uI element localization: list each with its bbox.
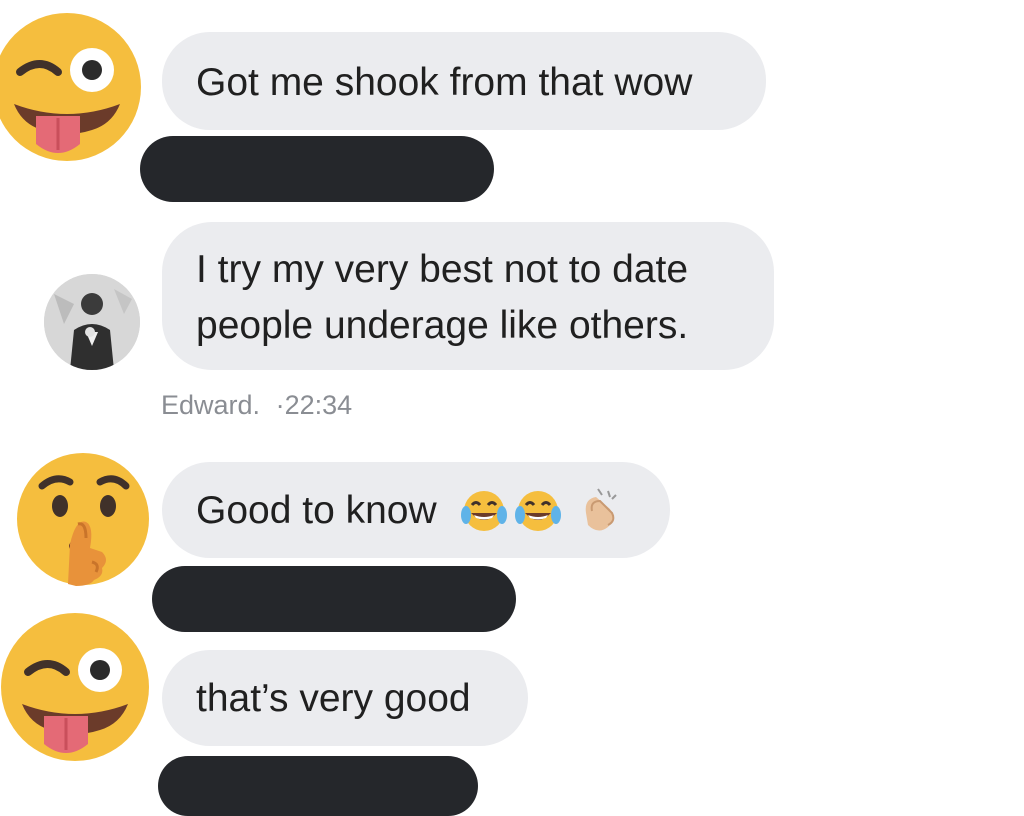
clapping-hands-icon [585, 488, 617, 531]
message-text-4: that’s very good [196, 676, 471, 720]
message-text-3: Good to know [196, 488, 437, 532]
avatar-winking-tongue-emoji[interactable] [0, 612, 150, 762]
message-bubble-2[interactable]: I try my very best not to date people un… [162, 222, 774, 370]
sender-name[interactable]: Edward. [161, 390, 260, 420]
avatar-shushing-face-emoji[interactable] [16, 452, 150, 586]
message-text-1: Got me shook from that wow [196, 60, 693, 104]
redacted-bar-1 [140, 136, 494, 202]
face-with-tears-of-joy-icon [514, 490, 561, 531]
message-meta: Edward. ·22:34 [161, 390, 352, 421]
message-text-2-line1: I try my very best not to date [196, 248, 689, 291]
redacted-bar-3 [158, 756, 478, 816]
face-with-tears-of-joy-icon [460, 490, 507, 531]
message-bubble-3[interactable]: Good to know [162, 462, 670, 558]
meta-separator: · [275, 390, 285, 420]
message-bubble-4[interactable]: that’s very good [162, 650, 528, 746]
avatar-user-photo[interactable] [44, 274, 140, 370]
message-time: 22:34 [284, 390, 353, 420]
message-text-2-line2: people underage like others. [196, 304, 689, 347]
message-bubble-1[interactable]: Got me shook from that wow [162, 32, 766, 130]
redacted-bar-2 [152, 566, 516, 632]
avatar-winking-tongue-emoji[interactable] [0, 12, 142, 162]
